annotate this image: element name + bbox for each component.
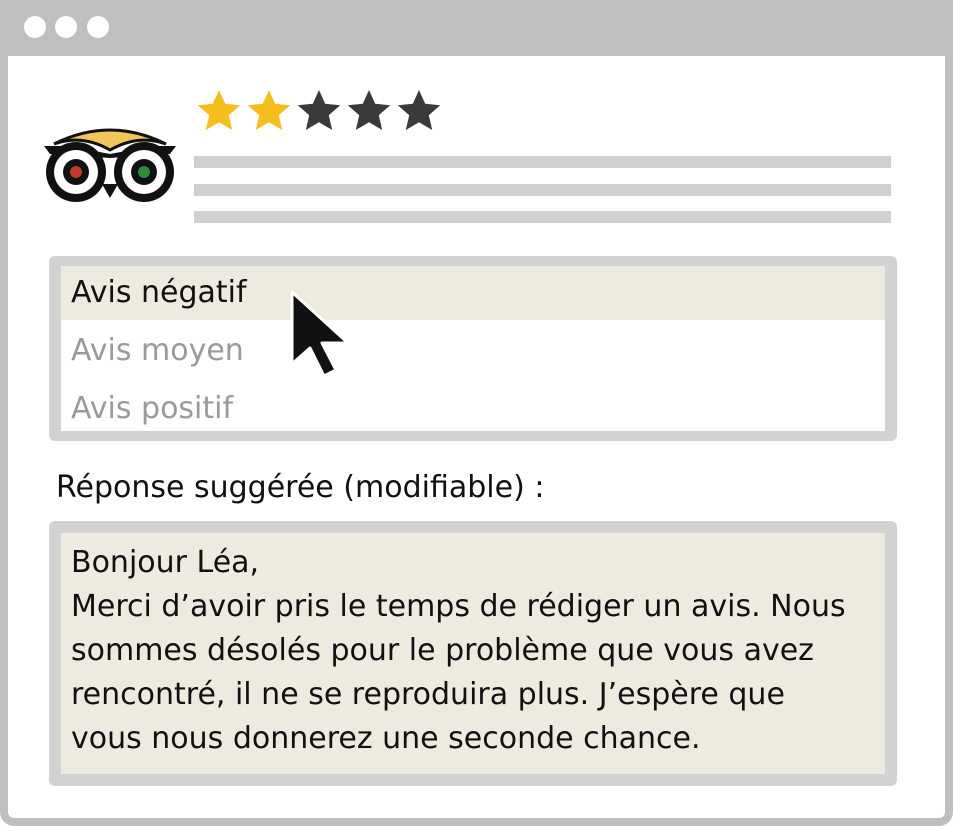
window-dot-minimize[interactable] [55, 16, 77, 38]
star-filled-icon [247, 90, 291, 130]
suggested-response-label: Réponse suggérée (modifiable) : [56, 470, 545, 505]
sentiment-selector: Avis négatif Avis moyen Avis positif [49, 256, 897, 441]
option-negative-review[interactable]: Avis négatif [61, 266, 885, 320]
option-positive-review[interactable]: Avis positif [61, 382, 885, 436]
window-dot-close[interactable] [24, 16, 46, 38]
response-line: Bonjour Léa, [71, 545, 260, 580]
response-line: rencontré, il ne se reproduira plus. J’e… [71, 677, 785, 712]
owl-eyes-logo-icon [44, 128, 176, 202]
response-line: vous nous donnerez une seconde chance. [71, 721, 701, 756]
star-empty-icon [397, 90, 441, 130]
response-line: Merci d’avoir pris le temps de rédiger u… [71, 589, 846, 624]
response-line: sommes désolés pour le problème que vous… [71, 633, 814, 668]
suggested-response-textarea[interactable]: Bonjour Léa, Merci d’avoir pris le temps… [61, 533, 885, 774]
suggested-response-text[interactable]: Bonjour Léa, Merci d’avoir pris le temps… [71, 541, 875, 761]
window-titlebar [0, 0, 953, 56]
review-text-placeholder-line [194, 156, 891, 168]
window-dot-maximize[interactable] [87, 16, 109, 38]
review-text-placeholder-line [194, 184, 891, 196]
option-average-review[interactable]: Avis moyen [61, 324, 885, 378]
star-empty-icon [347, 90, 391, 130]
suggested-response-frame: Bonjour Léa, Merci d’avoir pris le temps… [49, 521, 897, 786]
star-filled-icon [197, 90, 241, 130]
review-rating-stars [195, 85, 443, 141]
star-empty-icon [297, 90, 341, 130]
sentiment-options-list: Avis négatif Avis moyen Avis positif [61, 266, 885, 431]
review-text-placeholder-line [194, 211, 891, 223]
mouse-pointer-icon [290, 290, 350, 378]
